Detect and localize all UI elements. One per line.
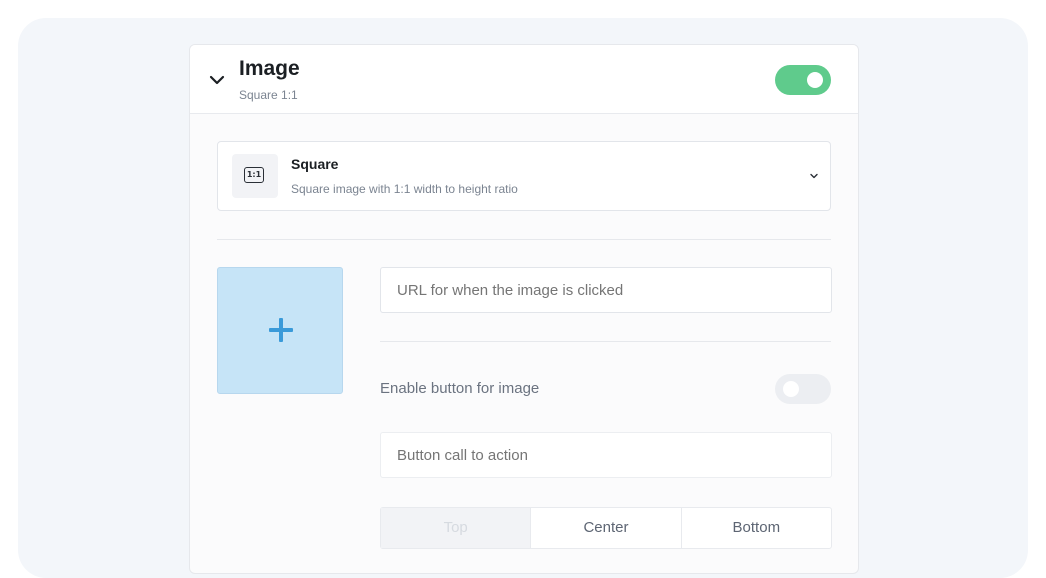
image-url-input[interactable]: [380, 267, 832, 313]
image-enabled-toggle[interactable]: [775, 65, 831, 95]
aspect-ratio-select[interactable]: 1:1 Square Square image with 1:1 width t…: [217, 141, 831, 211]
ratio-description: Square image with 1:1 width to height ra…: [291, 182, 518, 196]
button-cta-input[interactable]: [380, 432, 832, 478]
enable-button-toggle[interactable]: [775, 374, 831, 404]
image-upload-dropzone[interactable]: [217, 267, 343, 394]
square-ratio-icon: 1:1: [244, 167, 264, 183]
divider: [380, 341, 831, 342]
chevron-down-icon: [810, 173, 818, 179]
toggle-knob: [807, 72, 823, 88]
divider: [217, 239, 831, 240]
toggle-knob: [783, 381, 799, 397]
button-position-segmented-control: Top Center Bottom: [380, 507, 832, 549]
plus-icon: [269, 318, 293, 342]
position-option-top[interactable]: Top: [381, 508, 531, 548]
chevron-down-icon[interactable]: [207, 70, 227, 90]
position-option-center[interactable]: Center: [530, 508, 680, 548]
panel-title: Image: [239, 57, 300, 80]
enable-button-label: Enable button for image: [380, 380, 540, 397]
image-settings-panel: Image Square 1:1 1:1 Square Square image…: [189, 44, 859, 574]
panel-header[interactable]: Image Square 1:1: [190, 45, 858, 114]
panel-subtitle: Square 1:1: [239, 88, 298, 102]
ratio-title: Square: [291, 156, 339, 172]
position-option-bottom[interactable]: Bottom: [680, 508, 831, 548]
ratio-icon-box: 1:1: [232, 154, 278, 198]
